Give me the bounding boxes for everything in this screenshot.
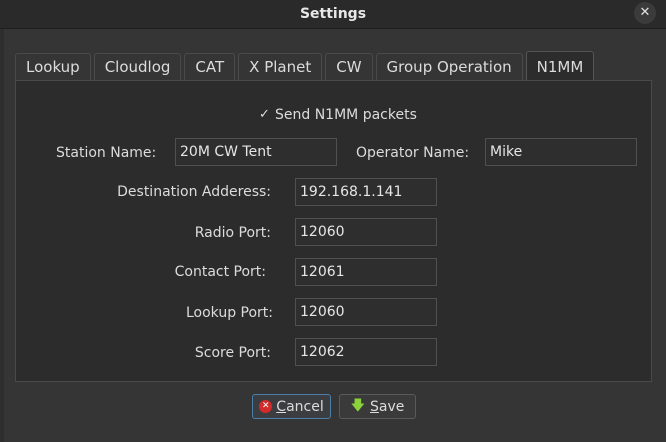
radio-port-label: Radio Port: [194, 225, 271, 241]
contact-port-input[interactable]: 12061 [295, 258, 437, 286]
station-name-input[interactable]: 20M CW Tent [175, 138, 337, 166]
destination-address-input[interactable]: 192.168.1.141 [295, 178, 437, 206]
tab-cw[interactable]: CW [325, 53, 373, 80]
send-packets-checkbox[interactable]: ✓ [259, 107, 270, 122]
tab-cat[interactable]: CAT [184, 53, 236, 80]
window-edge [0, 28, 4, 442]
tab-cloudlog[interactable]: Cloudlog [93, 53, 182, 80]
save-button[interactable]: 🡇 Save [339, 394, 416, 419]
radio-port-input[interactable]: 12060 [295, 218, 437, 246]
tab-lookup[interactable]: Lookup [15, 53, 91, 80]
cancel-icon: ✕ [259, 400, 273, 413]
score-port-label: Score Port: [194, 345, 271, 361]
tab-x-planet[interactable]: X Planet [238, 53, 323, 80]
window-title: Settings [299, 6, 367, 22]
save-label: Save [370, 398, 405, 415]
send-packets-label[interactable]: Send N1MM packets [275, 107, 417, 123]
title-bar: Settings ✕ [0, 0, 666, 29]
operator-name-input[interactable]: Mike [485, 138, 637, 166]
operator-name-label: Operator Name: [356, 145, 470, 161]
station-name-label: Station Name: [56, 145, 157, 161]
tab-bar: Lookup Cloudlog CAT X Planet CW Group Op… [15, 51, 597, 81]
contact-port-label: Contact Port: [174, 264, 266, 280]
close-icon: ✕ [639, 5, 651, 20]
close-button[interactable]: ✕ [634, 2, 656, 24]
cancel-button[interactable]: ✕ Cancel [252, 394, 331, 419]
save-arrow-icon: 🡇 [350, 397, 366, 414]
tab-group-operation[interactable]: Group Operation [375, 53, 523, 80]
score-port-input[interactable]: 12062 [295, 338, 437, 366]
lookup-port-input[interactable]: 12060 [295, 298, 437, 326]
cancel-label: Cancel [276, 398, 324, 415]
tab-n1mm[interactable]: N1MM [525, 51, 595, 80]
destination-address-label: Destination Adderess: [117, 184, 271, 200]
lookup-port-label: Lookup Port: [185, 305, 273, 321]
